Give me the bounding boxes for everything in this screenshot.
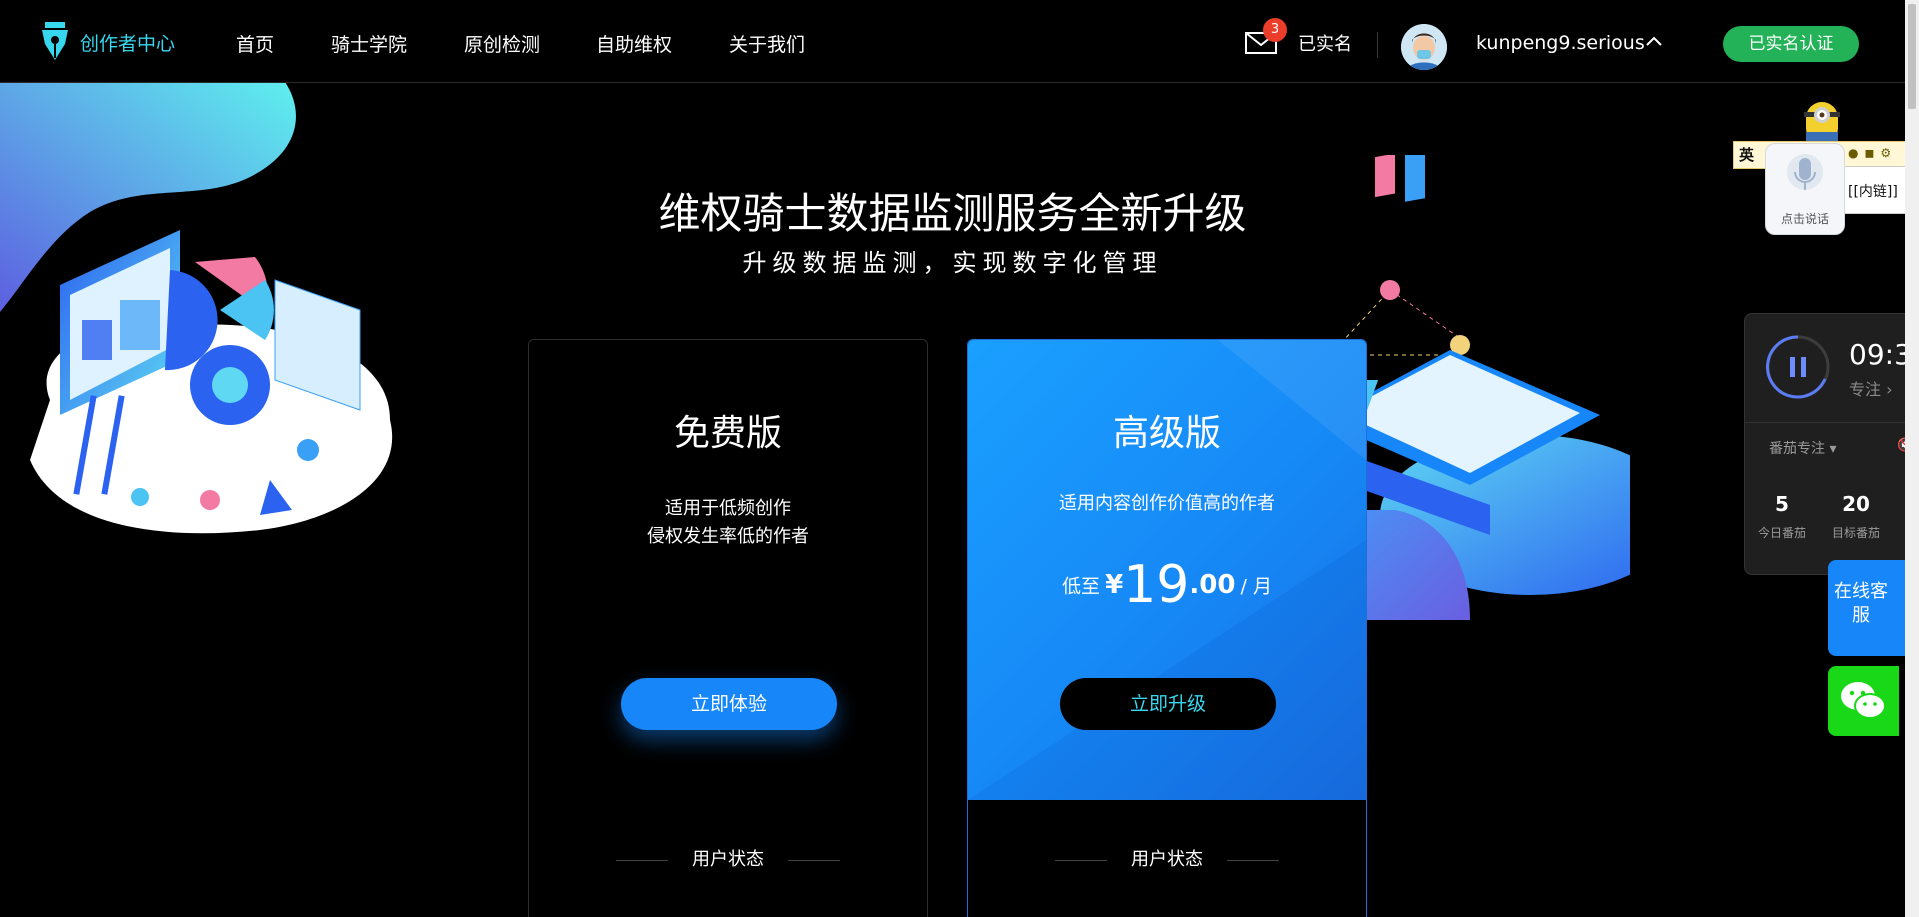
site-logo[interactable]: 创作者中心	[38, 22, 175, 62]
nav-knight-academy[interactable]: 骑士学院	[331, 30, 407, 57]
hero-title: 维权骑士数据监测服务全新升级	[658, 189, 1247, 238]
price-prefix: 低至	[1062, 575, 1101, 598]
decorative-blob	[1360, 510, 1470, 620]
divider-line	[616, 859, 668, 861]
goal-tomato-value: 20	[1842, 492, 1870, 516]
plan-card-pro: 高级版 适用内容创作价值高的作者 低至 ¥19.00 / 月 立即升级 用户状态	[967, 339, 1367, 917]
focus-mode[interactable]: 专注 ›	[1849, 376, 1893, 400]
logo-text: 创作者中心	[80, 32, 176, 55]
divider-line	[1227, 859, 1279, 861]
focus-divider	[1745, 422, 1919, 423]
user-status-label: 用户状态	[1131, 849, 1203, 870]
app-viewport: 创作者中心 首页 骑士学院 原创检测 自助维权 关于我们 3 已实名 kunpe…	[0, 0, 1905, 917]
hero-subtitle: 升级数据监测，实现数字化管理	[742, 249, 1163, 277]
pen-logo-icon	[42, 22, 68, 60]
mail-count-badge: 3	[1263, 18, 1287, 42]
price-unit: / 月	[1240, 575, 1272, 598]
ime-lang-toggle[interactable]: 英	[1739, 144, 1754, 165]
plan-desc-free-line2: 侵权发生率低的作者	[647, 526, 809, 547]
tomato-focus-select[interactable]: 番茄专注 ▾	[1769, 438, 1836, 458]
avatar-face-icon	[1401, 24, 1447, 70]
header-divider	[1377, 32, 1378, 58]
verified-button[interactable]: 已实名认证	[1723, 26, 1859, 62]
ime-tool-icons[interactable]: ●◼⚙	[1848, 146, 1897, 160]
voice-label: 点击说话	[1780, 212, 1829, 226]
user-status-row-pro: 用户状态	[968, 845, 1366, 871]
microphone-icon	[1787, 154, 1823, 190]
price-integer: 19	[1123, 555, 1190, 615]
username[interactable]: kunpeng9.serious	[1476, 32, 1645, 54]
realname-status[interactable]: 已实名	[1298, 30, 1352, 56]
nav-original-detection[interactable]: 原创检测	[464, 30, 540, 57]
plan-name-pro: 高级版	[1112, 413, 1221, 454]
nav-self-rights[interactable]: 自助维权	[596, 30, 672, 57]
wechat-button[interactable]	[1828, 666, 1899, 736]
plan-name-free: 免费版	[673, 413, 782, 454]
online-service-button[interactable]: 在线客服	[1828, 560, 1905, 656]
plan-card-free: 免费版 适用于低频创作 侵权发生率低的作者 立即体验 用户状态	[528, 339, 928, 917]
focus-timer-widget: 09:36 专注 › 番茄专注 ▾ 🔇 5 今日番茄 20 目标番茄	[1744, 313, 1919, 575]
divider-line	[1055, 859, 1107, 861]
nav-about-us[interactable]: 关于我们	[729, 30, 805, 57]
upgrade-now-button[interactable]: 立即升级	[1060, 678, 1276, 730]
pause-icon[interactable]	[1765, 334, 1831, 400]
goal-tomato-label: 目标番茄	[1831, 526, 1880, 540]
page: 创作者中心 首页 骑士学院 原创检测 自助维权 关于我们 3 已实名 kunpe…	[0, 0, 1919, 917]
wechat-icon	[1841, 682, 1886, 719]
plan-desc-pro: 适用内容创作价值高的作者	[1059, 493, 1275, 514]
voice-input-widget[interactable]: 点击说话	[1765, 143, 1845, 235]
plan-desc-free: 适用于低频创作 侵权发生率低的作者	[529, 495, 927, 551]
user-status-row-free: 用户状态	[529, 845, 927, 871]
left-illustration	[30, 230, 393, 534]
plan-desc-free-line1: 适用于低频创作	[665, 498, 791, 519]
divider-line	[788, 859, 840, 861]
scrollbar-thumb[interactable]	[1908, 4, 1916, 109]
user-status-label: 用户状态	[692, 849, 764, 870]
nav-home[interactable]: 首页	[236, 30, 274, 57]
plan-price-pro: 低至 ¥19.00 / 月	[968, 555, 1366, 615]
avatar[interactable]	[1401, 24, 1447, 70]
price-decimal: .00	[1189, 570, 1236, 600]
top-navbar: 创作者中心 首页 骑士学院 原创检测 自助维权 关于我们 3 已实名 kunpe…	[0, 0, 1905, 83]
today-tomato-value: 5	[1775, 492, 1789, 516]
ime-link-candidate[interactable]: [[内链]]	[1848, 181, 1898, 201]
price-currency: ¥	[1105, 570, 1124, 600]
online-service-label: 在线客服	[1834, 581, 1888, 626]
today-tomato-label: 今日番茄	[1757, 526, 1806, 540]
scrollbar-track[interactable]	[1905, 0, 1919, 917]
minion-mascot-icon[interactable]	[1800, 96, 1844, 146]
chevron-up-icon[interactable]	[1645, 34, 1663, 48]
try-now-button[interactable]: 立即体验	[621, 678, 837, 730]
